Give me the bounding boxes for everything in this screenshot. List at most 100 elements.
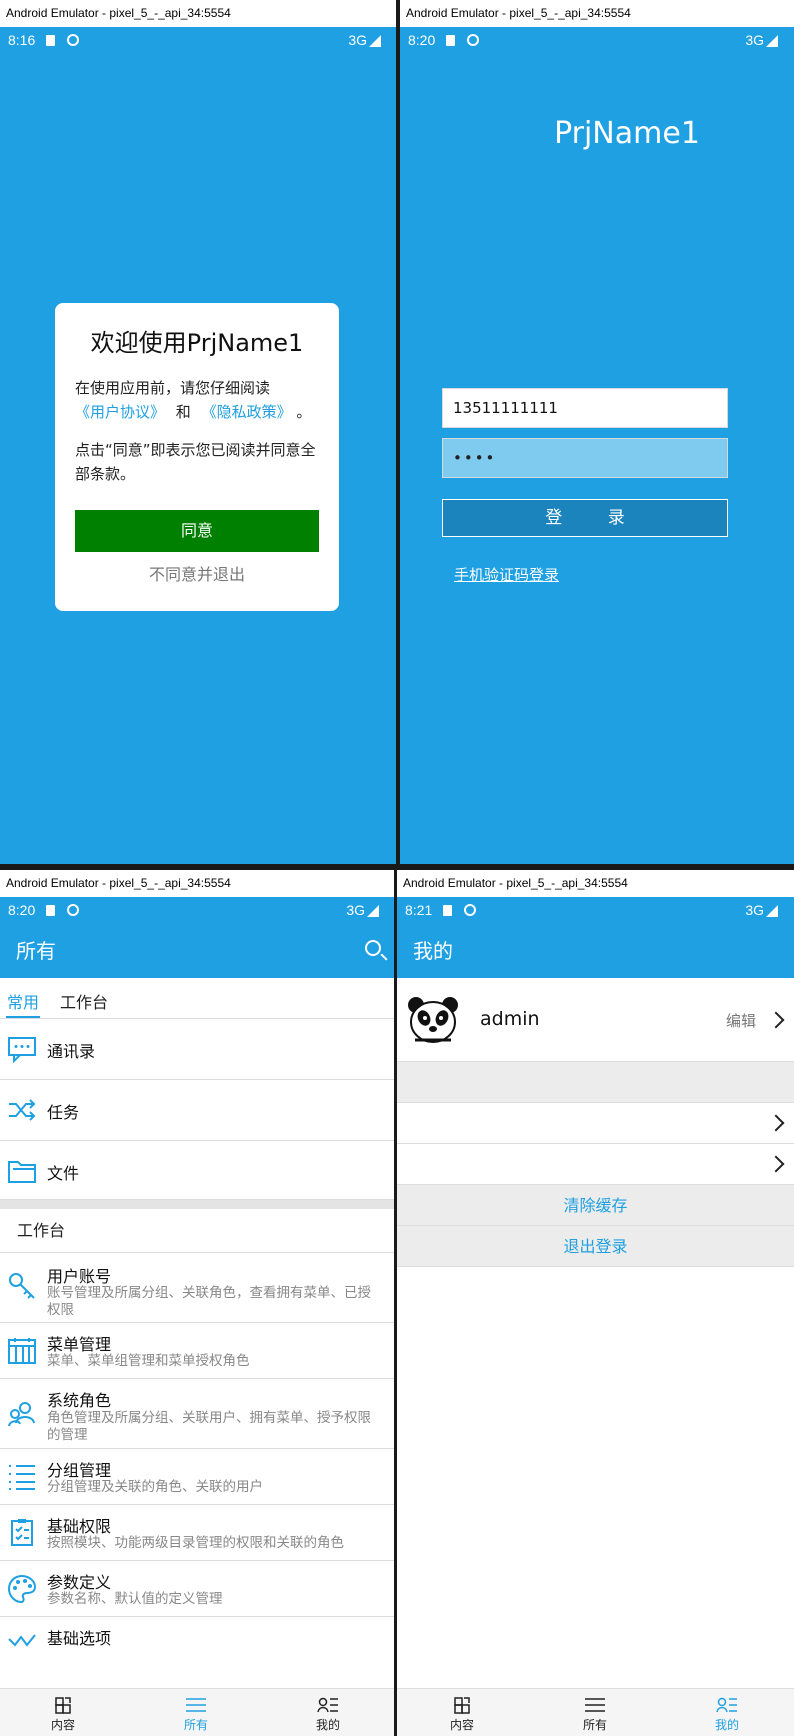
chevron-right-icon	[767, 1114, 785, 1132]
workbench-item-menu[interactable]: 菜单管理 菜单、菜单组管理和菜单授权角色	[0, 1323, 395, 1379]
profile-icon	[716, 1697, 737, 1713]
profile-row[interactable]: admin 编辑	[397, 978, 794, 1062]
list-item-contacts[interactable]: 通讯录	[0, 1019, 395, 1080]
blocks-icon	[55, 1697, 71, 1714]
workbench-item-role[interactable]: 系统角色 角色管理及所属分组、关联用户、拥有菜单、授予权限的管理	[0, 1379, 395, 1449]
bottom-nav: 内容 所有 我的	[397, 1688, 794, 1736]
list-item-label: 任务	[47, 1103, 80, 1122]
nav-label: 我的	[714, 1718, 739, 1732]
user-agreement-link[interactable]: 《用户协议》	[75, 403, 165, 421]
status-time: 8:20	[408, 32, 436, 48]
item-title: 基础选项	[47, 1629, 112, 1648]
workbench-item-permission[interactable]: 基础权限 按照模块、功能两级目录管理的权限和关联的角色	[0, 1505, 395, 1561]
nav-content[interactable]: 内容	[23, 1689, 103, 1733]
network-type: 3G	[745, 902, 764, 918]
item-description: 角色管理及所属分组、关联用户、拥有菜单、授予权限的管理	[47, 1410, 371, 1443]
status-bar: 8:21 3G	[397, 897, 794, 924]
panel-divider	[0, 864, 794, 870]
status-time: 8:20	[8, 902, 36, 918]
phone-input[interactable]: 13511111111	[442, 388, 728, 428]
welcome-screen: Android Emulator - pixel_5_-_api_34:5554…	[0, 0, 397, 866]
agree-button[interactable]: 同意	[75, 510, 319, 552]
bottom-nav: 内容 所有 我的	[0, 1688, 395, 1736]
nav-label: 内容	[50, 1718, 75, 1732]
workbench-item-group[interactable]: 分组管理 分组管理及关联的角色、关联的用户	[0, 1449, 395, 1505]
list-icon	[9, 1465, 35, 1490]
list-item-label: 通讯录	[47, 1042, 96, 1061]
clipboard-icon	[11, 1519, 33, 1546]
sync-icon	[67, 34, 79, 46]
item-description: 分组管理及关联的角色、关联的用户	[47, 1479, 263, 1495]
sd-card-icon	[46, 905, 55, 916]
item-description: 账号管理及所属分组、关联角色，查看拥有菜单、已授权限	[47, 1285, 371, 1318]
sync-icon	[464, 904, 476, 916]
nav-content[interactable]: 内容	[422, 1689, 502, 1733]
sync-icon	[67, 904, 79, 916]
nav-mine[interactable]: 我的	[687, 1689, 767, 1733]
panel-divider	[394, 866, 397, 1736]
and-text: 和	[175, 403, 191, 421]
disagree-exit-button[interactable]: 不同意并退出	[55, 561, 339, 585]
dialog-line1: 在使用应用前，请您仔细阅读	[75, 379, 271, 397]
nav-mine[interactable]: 我的	[288, 1689, 368, 1733]
status-time: 8:21	[405, 902, 433, 918]
settings-row-1[interactable]	[397, 1103, 794, 1144]
calendar-icon	[8, 1338, 36, 1364]
workbench-section-title: 工作台	[0, 1209, 395, 1253]
sync-icon	[467, 34, 479, 46]
options-icon	[8, 1634, 36, 1647]
login-background: PrjName1 13511111111 •••• 登 录 手机验证码登录	[400, 54, 794, 866]
search-icon[interactable]	[365, 940, 381, 956]
window-title: Android Emulator - pixel_5_-_api_34:5554	[397, 870, 794, 897]
privacy-dialog: 欢迎使用PrjName1 在使用应用前，请您仔细阅读 《用户协议》 和 《隐私政…	[55, 303, 339, 611]
shuffle-icon	[9, 1099, 36, 1121]
app-bar: 我的	[397, 924, 794, 978]
panel-divider	[396, 0, 400, 866]
all-screen: Android Emulator - pixel_5_-_api_34:5554…	[0, 870, 395, 1736]
privacy-policy-link[interactable]: 《隐私政策》	[202, 403, 292, 421]
nav-label: 内容	[449, 1718, 474, 1732]
window-title: Android Emulator - pixel_5_-_api_34:5554	[400, 0, 794, 27]
menu-icon	[585, 1698, 605, 1712]
nav-label: 所有	[582, 1718, 607, 1732]
tab-common[interactable]: 常用	[7, 989, 39, 1013]
window-title: Android Emulator - pixel_5_-_api_34:5554	[0, 0, 397, 27]
clear-cache-button[interactable]: 清除缓存	[397, 1185, 794, 1226]
list-item-files[interactable]: 文件	[0, 1141, 395, 1200]
chevron-right-icon	[767, 1011, 785, 1029]
network-type: 3G	[348, 32, 367, 48]
nav-all[interactable]: 所有	[555, 1689, 635, 1733]
nav-all[interactable]: 所有	[156, 1689, 236, 1733]
key-icon	[9, 1273, 35, 1299]
sd-card-icon	[46, 35, 55, 46]
workbench-item-options[interactable]: 基础选项	[0, 1617, 395, 1657]
tab-indicator	[6, 1016, 40, 1018]
app-bar: 所有	[0, 924, 395, 978]
login-screen: Android Emulator - pixel_5_-_api_34:5554…	[400, 0, 794, 866]
signal-icon	[369, 35, 381, 47]
item-description: 按照模块、功能两级目录管理的权限和关联的角色	[47, 1535, 344, 1551]
edit-profile-label[interactable]: 编辑	[726, 1010, 756, 1031]
status-bar: 8:20 3G	[0, 897, 395, 924]
users-icon	[8, 1402, 35, 1427]
settings-row-2[interactable]	[397, 1144, 794, 1185]
password-input[interactable]: ••••	[442, 438, 728, 478]
tab-bar: 常用 工作台	[0, 978, 395, 1019]
signal-icon	[766, 35, 778, 47]
window-title: Android Emulator - pixel_5_-_api_34:5554	[0, 870, 395, 897]
workbench-item-params[interactable]: 参数定义 参数名称、默认值的定义管理	[0, 1561, 395, 1617]
sms-login-link[interactable]: 手机验证码登录	[454, 564, 559, 585]
workbench-item-user-account[interactable]: 用户账号 账号管理及所属分组、关联角色，查看拥有菜单、已授权限	[0, 1253, 395, 1323]
item-title: 用户账号	[47, 1267, 112, 1286]
splash-background: 欢迎使用PrjName1 在使用应用前，请您仔细阅读 《用户协议》 和 《隐私政…	[0, 54, 397, 866]
signal-icon	[367, 905, 379, 917]
chat-icon	[8, 1037, 36, 1063]
tab-workbench[interactable]: 工作台	[60, 989, 108, 1013]
username: admin	[480, 1008, 540, 1030]
page-title: 所有	[16, 939, 56, 963]
login-button[interactable]: 登 录	[442, 499, 728, 537]
logout-button[interactable]: 退出登录	[397, 1226, 794, 1267]
avatar	[408, 997, 458, 1043]
nav-label: 我的	[315, 1718, 340, 1732]
list-item-tasks[interactable]: 任务	[0, 1080, 395, 1141]
